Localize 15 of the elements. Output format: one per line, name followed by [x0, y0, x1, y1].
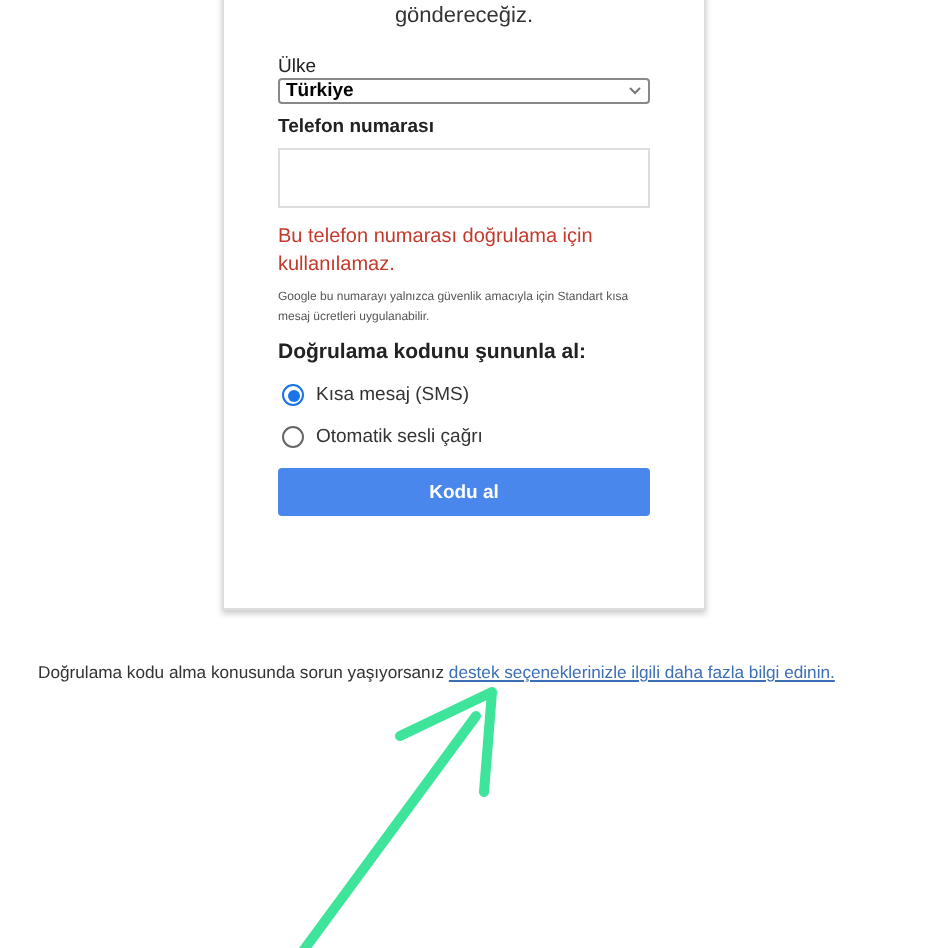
chevron-down-icon: [628, 86, 642, 96]
radio-button[interactable]: [282, 426, 304, 448]
intro-text: göndereceğiz.: [392, 4, 536, 28]
method-option[interactable]: Kısa mesaj (SMS): [278, 382, 650, 408]
method-title: Doğrulama kodunu şununla al:: [278, 340, 589, 364]
help-text: Doğrulama kodu alma konusunda sorun yaşıyorsanız destek seçeneklerinizle ilgili daha fazla bilgi edinin.: [38, 662, 835, 682]
phone-input-field[interactable]: [278, 148, 650, 208]
method-option[interactable]: Otomatik sesli çağrı: [278, 424, 650, 450]
support-link[interactable]: destek seçeneklerinizle ilgili daha fazla bilgi edinin.: [448, 662, 835, 682]
get-code-button[interactable]: Kodu al: [278, 468, 650, 516]
phone-label: Telefon numarası: [278, 116, 436, 138]
country-select[interactable]: Türkiye: [278, 78, 650, 104]
radio-button[interactable]: [282, 384, 304, 406]
country-label: Ülke: [278, 56, 319, 78]
error-message: Bu telefon numarası doğrulama için kullanılamaz.: [278, 224, 595, 280]
